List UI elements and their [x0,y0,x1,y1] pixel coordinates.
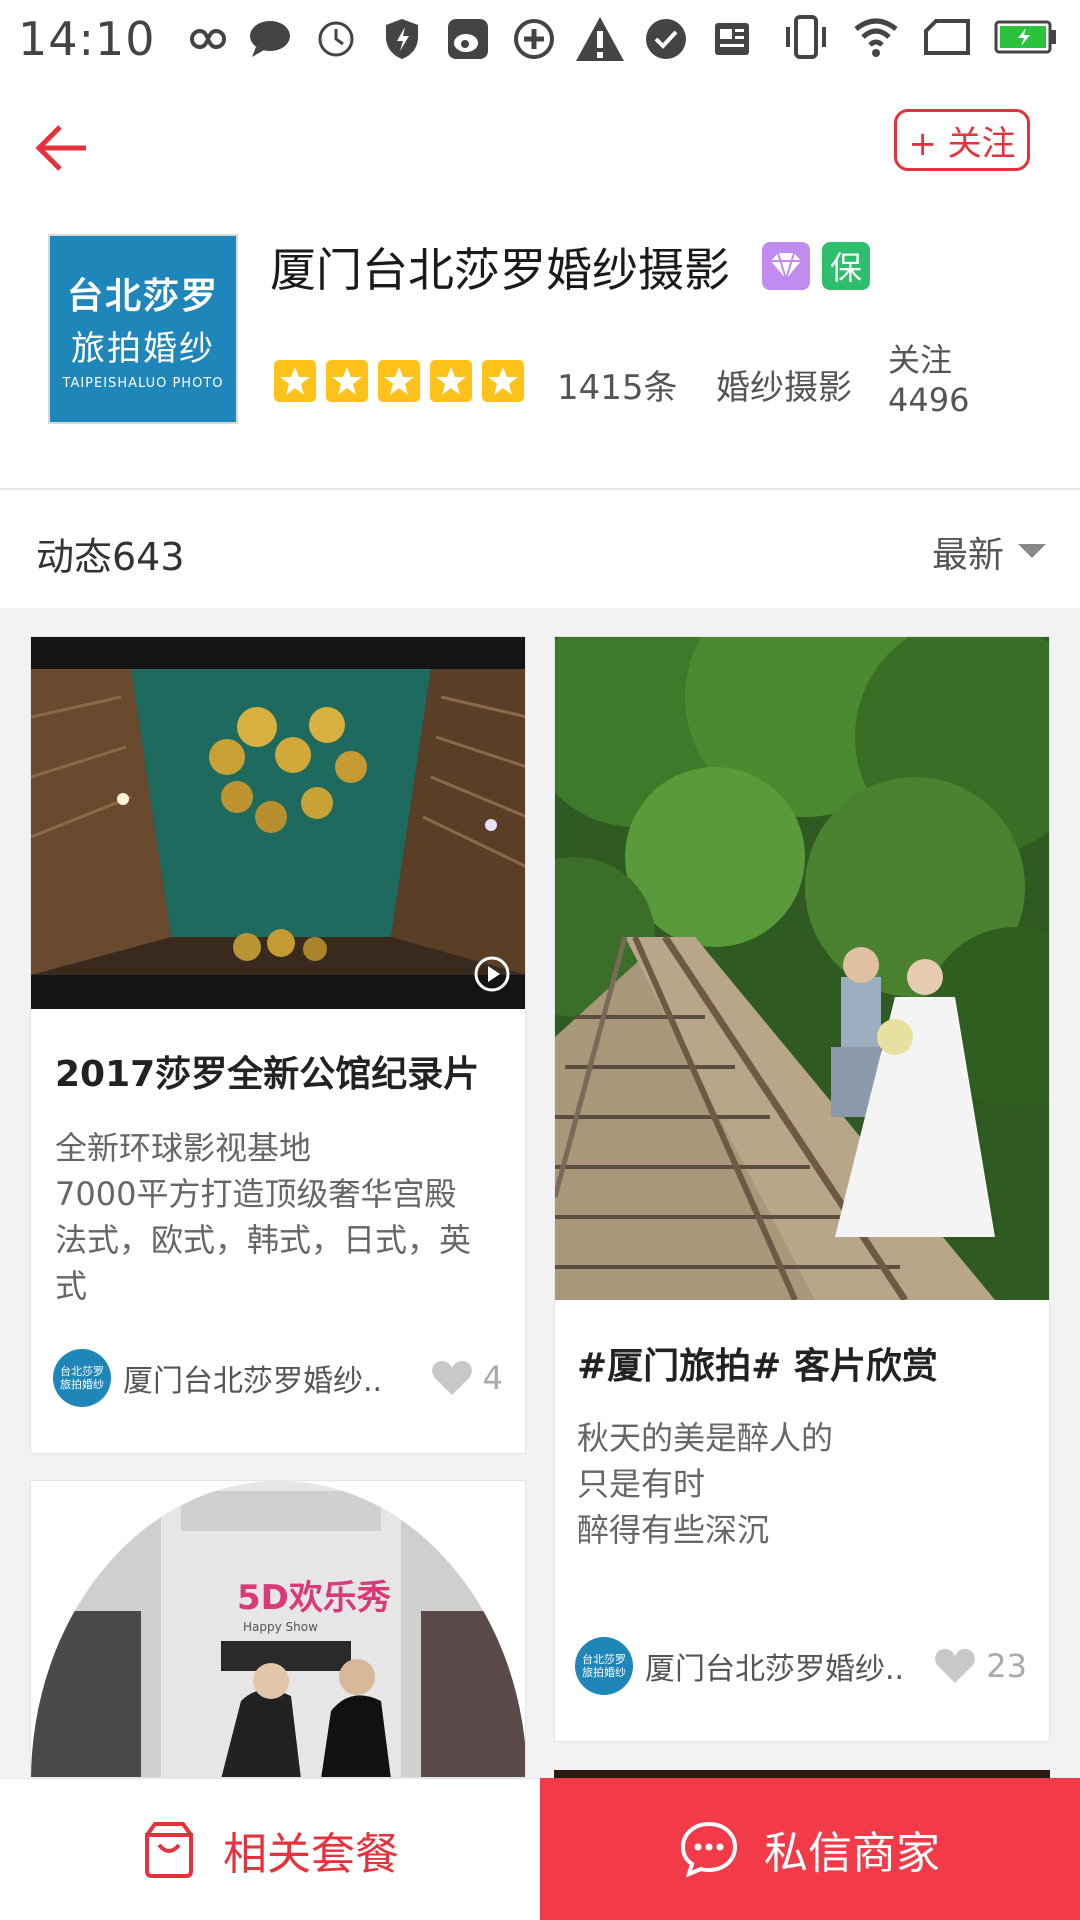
desc-line: 7000平方打造顶级奢华宫殿 [55,1175,457,1213]
post-description: 秋天的美是醉人的 只是有时 醉得有些深沉 [577,1415,1027,1553]
avatar: 台北莎罗 旅拍婚纱 [575,1637,633,1695]
star-icon [326,360,368,402]
warning-icon [574,13,626,65]
review-count[interactable]: 1415条 [557,360,678,409]
message-merchant-button[interactable]: 私信商家 [540,1778,1080,1920]
author-name: 厦门台北莎罗婚纱.. [123,1364,383,1399]
avatar-line1: 台北莎罗 [582,1653,626,1666]
vibrate-icon [782,13,830,65]
sim-icon [922,17,972,61]
status-bar: 14:10 [0,0,1080,78]
feed-bar: 动态643 最新 [0,488,1080,608]
author-name: 厦门台北莎罗婚纱.. [645,1652,905,1687]
feed-count: 动态643 [36,535,185,579]
status-time: 14:10 [18,12,156,66]
battery-icon [994,19,1058,59]
shield-icon [376,13,428,65]
like-button[interactable]: 4 [431,1359,503,1397]
desc-line: 醉得有些深沉 [577,1511,770,1549]
follow-button[interactable]: + 关注 [894,109,1030,171]
caret-down-icon [1018,544,1046,558]
logo-line3: TAIPEISHALUO PHOTO [62,376,224,391]
guarantee-badge: 保 [822,242,870,290]
post-title: 2017莎罗全新公馆纪录片 [55,1054,480,1095]
play-icon[interactable] [473,955,511,993]
infinity-icon [178,13,230,65]
weibo-icon [442,13,494,65]
message-merchant-label: 私信商家 [764,1828,940,1879]
like-count: 23 [986,1647,1027,1685]
desc-line: 式 [55,1267,88,1305]
desc-line: 全新环球影视基地 [55,1129,312,1167]
avatar: 台北莎罗 旅拍婚纱 [53,1349,111,1407]
chat-icon [680,1821,738,1877]
logo-line1: 台北莎罗 [66,276,219,317]
post-card[interactable]: #厦门旅拍# 客片欣赏 秋天的美是醉人的 只是有时 醉得有些深沉 台北莎罗 旅拍… [554,636,1050,1742]
desc-line: 秋天的美是醉人的 [577,1419,834,1457]
shop-name: 厦门台北莎罗婚纱摄影 [270,243,730,297]
post-author[interactable]: 台北莎罗 旅拍婚纱 厦门台北莎罗婚纱.. [575,1637,904,1695]
heart-icon [935,1649,976,1683]
related-packages-label: 相关套餐 [223,1828,399,1880]
post-image[interactable] [555,637,1049,1302]
chandelier-image [31,637,525,1009]
diamond-icon [762,242,810,290]
bottom-action-bar: 相关套餐 私信商家 [0,1778,1080,1920]
star-icon [430,360,472,402]
follow-count: 4496 [888,381,970,419]
star-icon [274,360,316,402]
status-right-icons [782,13,1058,65]
heart-icon [431,1361,472,1395]
like-button[interactable]: 23 [934,1647,1027,1685]
railway-couple-image [555,637,1049,1302]
back-button[interactable] [30,116,94,180]
shopping-bag-icon [145,1821,193,1878]
shop-header: + 关注 台北莎罗 旅拍婚纱 TAIPEISHALUO PHOTO 厦门台北莎罗… [0,78,1080,488]
sign-brand: 5D欢乐秀 [237,1578,391,1618]
wifi-icon [852,15,900,63]
logo-line2: 旅拍婚纱 [71,329,215,369]
back-arrow-icon [35,125,86,171]
clock-icon [310,13,362,65]
post-image[interactable]: 5D欢乐秀 Happy Show [31,1481,526,1778]
chat-bubble-icon [244,13,296,65]
avatar-line1: 台北莎罗 [60,1365,104,1378]
star-icon [482,360,524,402]
check-circle-icon [640,13,692,65]
rating-stars [274,360,524,402]
post-card[interactable]: 2017莎罗全新公馆纪录片 全新环球影视基地 7000平方打造顶级奢华宫殿 法式… [30,636,526,1454]
star-icon [378,360,420,402]
avatar-line2: 旅拍婚纱 [582,1666,626,1679]
post-author[interactable]: 台北莎罗 旅拍婚纱 厦门台北莎罗婚纱.. [53,1349,382,1407]
status-icons [178,13,758,65]
sync-icon [508,13,560,65]
news-icon [706,13,758,65]
like-count: 4 [482,1359,503,1397]
desc-line: 法式，欧式，韩式，日式，英 [55,1221,472,1259]
post-description: 全新环球影视基地 7000平方打造顶级奢华宫殿 法式，欧式，韩式，日式，英 式 [55,1125,505,1309]
sort-label: 最新 [931,535,1004,576]
avatar-line2: 旅拍婚纱 [60,1378,104,1391]
sign-sub: Happy Show [243,1620,318,1634]
post-card[interactable]: 5D欢乐秀 Happy Show [30,1480,526,1778]
shop-logo: 台北莎罗 旅拍婚纱 TAIPEISHALUO PHOTO [48,234,238,424]
related-packages-button[interactable]: 相关套餐 [0,1778,540,1920]
sort-dropdown[interactable]: 最新 [932,526,1046,578]
post-title: #厦门旅拍# 客片欣赏 [577,1346,938,1387]
follow-label: 关注 [888,341,953,379]
shop-category: 婚纱摄影 [716,368,852,408]
desc-line: 只是有时 [577,1465,706,1503]
video-thumbnail[interactable] [31,637,525,1009]
